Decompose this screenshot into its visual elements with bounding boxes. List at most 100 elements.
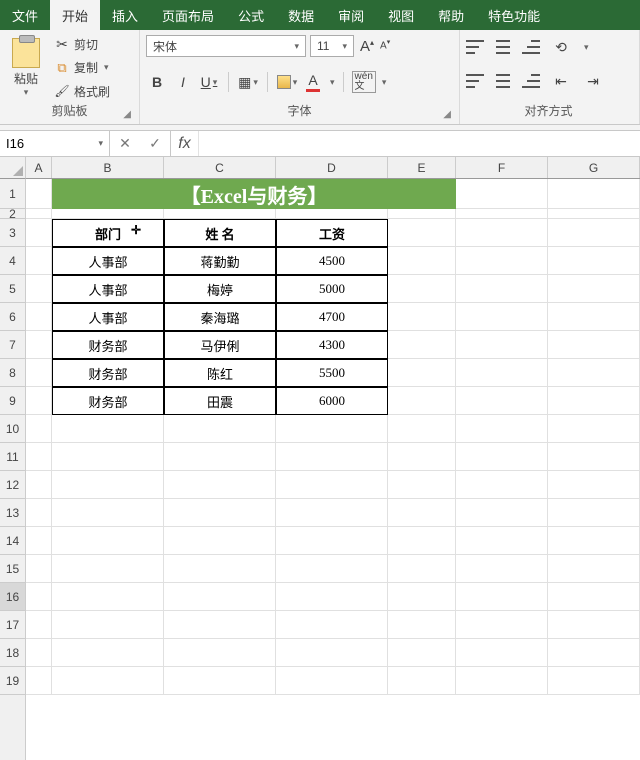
cell-F13[interactable] [456, 499, 548, 527]
cancel-button[interactable]: ✕ [110, 135, 140, 152]
cell-D3[interactable]: 工资 [276, 219, 388, 247]
cell-A16[interactable] [26, 583, 52, 611]
cell-D5[interactable]: 5000 [276, 275, 388, 303]
cell-E6[interactable] [388, 303, 456, 331]
cell-G3[interactable] [548, 219, 640, 247]
title-banner[interactable]: 【Excel与财务】 [52, 179, 456, 209]
cell-G13[interactable] [548, 499, 640, 527]
enter-button[interactable]: ✓ [140, 135, 170, 152]
cell-C7[interactable]: 马伊俐 [164, 331, 276, 359]
cell-A18[interactable] [26, 639, 52, 667]
row-header-18[interactable]: 18 [0, 639, 25, 667]
row-header-10[interactable]: 10 [0, 415, 25, 443]
cell-G15[interactable] [548, 555, 640, 583]
cell-G17[interactable] [548, 611, 640, 639]
cell-D17[interactable] [276, 611, 388, 639]
row-header-16[interactable]: 16 [0, 583, 25, 611]
cell-G7[interactable] [548, 331, 640, 359]
increase-indent-button[interactable] [582, 70, 604, 92]
cell-C13[interactable] [164, 499, 276, 527]
dropdown-icon[interactable]: ▾ [584, 42, 589, 53]
cell-B13[interactable] [52, 499, 164, 527]
cell-G19[interactable] [548, 667, 640, 695]
cell-B16[interactable] [52, 583, 164, 611]
borders-button[interactable]: ▦▾ [237, 71, 259, 93]
cell-F8[interactable] [456, 359, 548, 387]
cell-C3[interactable]: 姓 名 [164, 219, 276, 247]
tab-6[interactable]: 审阅 [326, 0, 376, 30]
cell-C5[interactable]: 梅婷 [164, 275, 276, 303]
row-header-8[interactable]: 8 [0, 359, 25, 387]
cell-F17[interactable] [456, 611, 548, 639]
tab-1[interactable]: 开始 [50, 0, 100, 30]
cell-G18[interactable] [548, 639, 640, 667]
phonetic-button[interactable]: wén文 [352, 71, 376, 93]
cell-B15[interactable] [52, 555, 164, 583]
dropdown-icon[interactable]: ▾ [98, 138, 103, 149]
cell-E19[interactable] [388, 667, 456, 695]
cell-B2[interactable] [52, 209, 164, 219]
cell-C2[interactable] [164, 209, 276, 219]
cell[interactable] [548, 179, 640, 209]
cells-area[interactable]: 【Excel与财务】部门姓 名工资人事部蒋勤勤4500人事部梅婷5000人事部秦… [26, 179, 640, 760]
paste-button[interactable]: 粘贴 ▾ [6, 34, 46, 102]
dialog-launcher-icon[interactable]: ◢ [123, 109, 131, 120]
cell-A15[interactable] [26, 555, 52, 583]
cell-F10[interactable] [456, 415, 548, 443]
cell-B9[interactable]: 财务部 [52, 387, 164, 415]
cell-E2[interactable] [388, 209, 456, 219]
fill-color-button[interactable]: ▾ [276, 71, 298, 93]
cell-A10[interactable] [26, 415, 52, 443]
dropdown-icon[interactable]: ▾ [104, 62, 109, 73]
italic-button[interactable]: I [172, 71, 194, 93]
cell-C19[interactable] [164, 667, 276, 695]
row-header-7[interactable]: 7 [0, 331, 25, 359]
decrease-indent-button[interactable] [550, 70, 572, 92]
cell-F18[interactable] [456, 639, 548, 667]
cell-D4[interactable]: 4500 [276, 247, 388, 275]
row-header-19[interactable]: 19 [0, 667, 25, 695]
orientation-button[interactable] [550, 36, 572, 58]
copy-button[interactable]: 复制 ▾ [52, 58, 112, 77]
row-header-12[interactable]: 12 [0, 471, 25, 499]
cell-F16[interactable] [456, 583, 548, 611]
row-header-14[interactable]: 14 [0, 527, 25, 555]
cell-B12[interactable] [52, 471, 164, 499]
tab-4[interactable]: 公式 [226, 0, 276, 30]
cell-G14[interactable] [548, 527, 640, 555]
cell-C17[interactable] [164, 611, 276, 639]
cell-C16[interactable] [164, 583, 276, 611]
cell-D2[interactable] [276, 209, 388, 219]
col-header-C[interactable]: C [164, 157, 276, 178]
cell-C12[interactable] [164, 471, 276, 499]
cell[interactable] [456, 179, 548, 209]
cell-D13[interactable] [276, 499, 388, 527]
cell-F6[interactable] [456, 303, 548, 331]
cell-G5[interactable] [548, 275, 640, 303]
cell-A3[interactable] [26, 219, 52, 247]
cell-C18[interactable] [164, 639, 276, 667]
tab-0[interactable]: 文件 [0, 0, 50, 30]
cell-C15[interactable] [164, 555, 276, 583]
cell-E3[interactable] [388, 219, 456, 247]
row-header-2[interactable]: 2 [0, 209, 25, 219]
cell-D12[interactable] [276, 471, 388, 499]
cell-G4[interactable] [548, 247, 640, 275]
cell-D19[interactable] [276, 667, 388, 695]
cell-A6[interactable] [26, 303, 52, 331]
cell-F9[interactable] [456, 387, 548, 415]
cell-E16[interactable] [388, 583, 456, 611]
cell-A14[interactable] [26, 527, 52, 555]
row-header-9[interactable]: 9 [0, 387, 25, 415]
align-right-button[interactable] [522, 74, 540, 88]
cell-G16[interactable] [548, 583, 640, 611]
cell-G6[interactable] [548, 303, 640, 331]
tab-8[interactable]: 帮助 [426, 0, 476, 30]
cell-F5[interactable] [456, 275, 548, 303]
formula-bar[interactable] [199, 131, 640, 156]
cell-E14[interactable] [388, 527, 456, 555]
cell-E17[interactable] [388, 611, 456, 639]
cell-A4[interactable] [26, 247, 52, 275]
cell-C8[interactable]: 陈红 [164, 359, 276, 387]
row-header-11[interactable]: 11 [0, 443, 25, 471]
